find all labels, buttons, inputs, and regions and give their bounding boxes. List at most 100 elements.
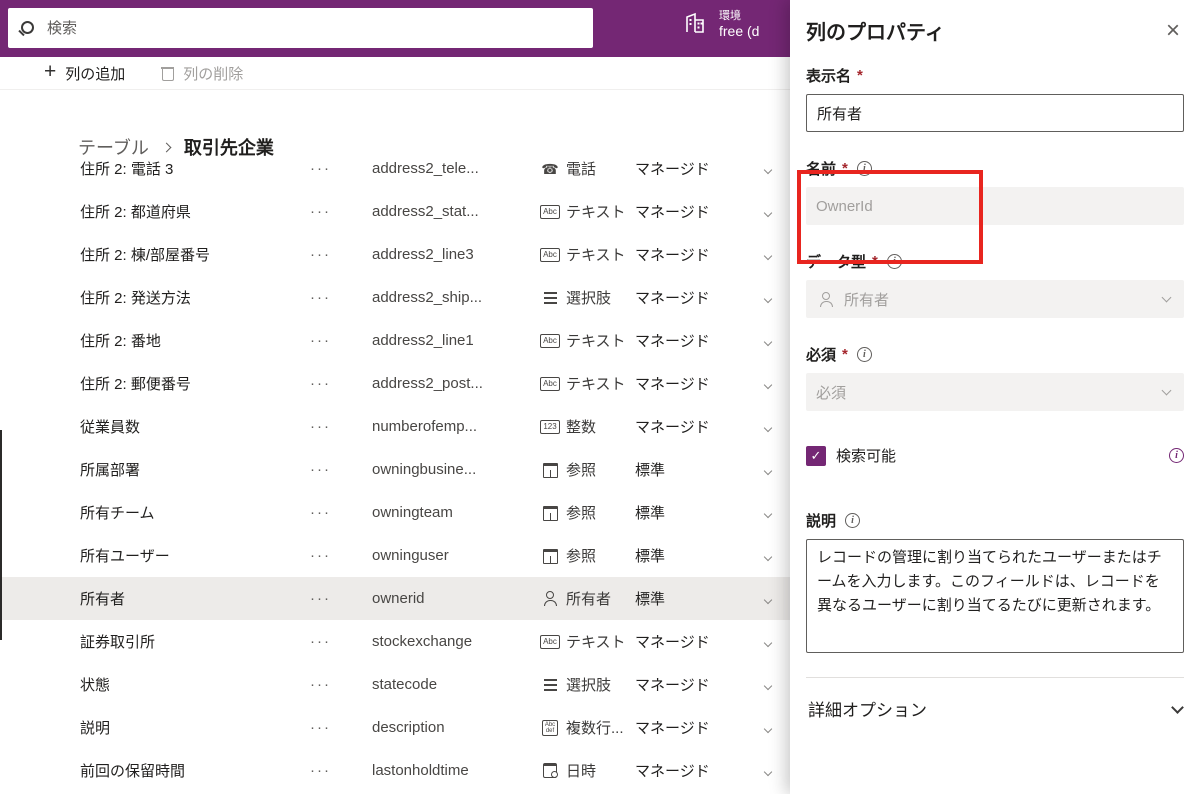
row-chevron-button[interactable] bbox=[765, 203, 790, 220]
close-button[interactable] bbox=[1162, 19, 1184, 43]
column-display-name: 証券取引所 bbox=[80, 631, 310, 652]
required-value: 必須 bbox=[816, 382, 846, 403]
table-row[interactable]: 住所 2: 郵便番号 address2_post... テキスト マネージド bbox=[0, 362, 790, 405]
data-type-label-row: データ型 * bbox=[806, 251, 1184, 272]
row-more-options-icon[interactable] bbox=[310, 762, 372, 779]
row-chevron-button[interactable] bbox=[765, 633, 790, 650]
chevron-down-icon bbox=[764, 295, 772, 303]
row-more-options-icon[interactable] bbox=[310, 332, 372, 349]
type-icon bbox=[540, 461, 560, 479]
row-more-options-icon[interactable] bbox=[310, 246, 372, 263]
searchable-row: 検索可能 bbox=[806, 445, 1184, 466]
row-chevron-button[interactable] bbox=[765, 461, 790, 478]
required-asterisk: * bbox=[842, 160, 848, 177]
add-column-button[interactable]: 列の追加 bbox=[44, 63, 125, 84]
row-more-options-icon[interactable] bbox=[310, 719, 372, 736]
row-more-options-icon[interactable] bbox=[310, 461, 372, 478]
row-more-options-icon[interactable] bbox=[310, 504, 372, 521]
row-chevron-button[interactable] bbox=[765, 289, 790, 306]
search-input[interactable] bbox=[47, 20, 583, 37]
managed-label: マネージド bbox=[635, 330, 765, 351]
type-icon bbox=[540, 676, 560, 694]
column-schema-name: numberofemp... bbox=[372, 418, 540, 435]
type-icon bbox=[540, 160, 560, 178]
info-icon[interactable] bbox=[857, 347, 872, 362]
type-label: テキスト bbox=[566, 244, 626, 265]
info-icon[interactable] bbox=[845, 513, 860, 528]
info-icon[interactable] bbox=[857, 161, 872, 176]
managed-label: マネージド bbox=[635, 373, 765, 394]
column-schema-name: address2_post... bbox=[372, 375, 540, 392]
table-row[interactable]: 従業員数 numberofemp... 整数 マネージド bbox=[0, 405, 790, 448]
environment-switcher[interactable]: 環境 free (d bbox=[683, 9, 759, 40]
info-icon[interactable] bbox=[1169, 448, 1184, 463]
advanced-options-toggle[interactable]: 詳細オプション bbox=[806, 678, 1184, 721]
type-icon bbox=[540, 332, 560, 350]
delete-column-button[interactable]: 列の削除 bbox=[161, 63, 243, 84]
table-row[interactable]: 所属部署 owningbusine... 参照 標準 bbox=[0, 448, 790, 491]
description-textarea[interactable]: レコードの管理に割り当てられたユーザーまたはチームを入力します。このフィールドは… bbox=[806, 539, 1184, 653]
table-row[interactable]: 住所 2: 棟/部屋番号 address2_line3 テキスト マネージド bbox=[0, 233, 790, 276]
breadcrumb-tables-link[interactable]: テーブル bbox=[78, 134, 149, 160]
display-name-input[interactable] bbox=[806, 94, 1184, 132]
row-chevron-button[interactable] bbox=[765, 332, 790, 349]
row-chevron-button[interactable] bbox=[765, 504, 790, 521]
table-row[interactable]: 所有者 ownerid 所有者 標準 bbox=[0, 577, 790, 620]
column-type-cell: 参照 bbox=[540, 545, 635, 566]
row-chevron-button[interactable] bbox=[765, 246, 790, 263]
row-more-options-icon[interactable] bbox=[310, 289, 372, 306]
row-more-options-icon[interactable] bbox=[310, 203, 372, 220]
column-type-cell: 複数行... bbox=[540, 717, 635, 738]
column-type-cell: テキスト bbox=[540, 373, 635, 394]
info-icon[interactable] bbox=[887, 254, 902, 269]
table-row[interactable]: 住所 2: 電話 3 address2_tele... 電話 マネージド bbox=[0, 160, 790, 190]
row-chevron-button[interactable] bbox=[765, 676, 790, 693]
row-more-options-icon[interactable] bbox=[310, 590, 372, 607]
required-asterisk: * bbox=[872, 253, 878, 270]
table-row[interactable]: 所有ユーザー owninguser 参照 標準 bbox=[0, 534, 790, 577]
table-row[interactable]: 住所 2: 都道府県 address2_stat... テキスト マネージド bbox=[0, 190, 790, 233]
table-row[interactable]: 所有チーム owningteam 参照 標準 bbox=[0, 491, 790, 534]
row-chevron-button[interactable] bbox=[765, 762, 790, 779]
row-chevron-button[interactable] bbox=[765, 719, 790, 736]
chevron-down-icon bbox=[764, 381, 772, 389]
table-row[interactable]: 住所 2: 発送方法 address2_ship... 選択肢 マネージド bbox=[0, 276, 790, 319]
column-type-cell: 所有者 bbox=[540, 588, 635, 609]
data-type-dropdown: 所有者 bbox=[806, 280, 1184, 318]
table-row[interactable]: 前回の保留時間 lastonholdtime 日時 マネージド bbox=[0, 749, 790, 792]
row-more-options-icon[interactable] bbox=[310, 676, 372, 693]
column-type-cell: 参照 bbox=[540, 459, 635, 480]
row-more-options-icon[interactable] bbox=[310, 375, 372, 392]
chevron-down-icon bbox=[764, 467, 772, 475]
row-more-options-icon[interactable] bbox=[310, 633, 372, 650]
row-more-options-icon[interactable] bbox=[310, 547, 372, 564]
searchable-checkbox[interactable] bbox=[806, 446, 826, 466]
column-type-cell: 選択肢 bbox=[540, 674, 635, 695]
search-box[interactable] bbox=[8, 8, 593, 48]
column-display-name: 所属部署 bbox=[80, 459, 310, 480]
chevron-down-icon bbox=[764, 639, 772, 647]
row-chevron-button[interactable] bbox=[765, 160, 790, 177]
left-edge-scrollbar[interactable] bbox=[0, 430, 2, 640]
type-label: 参照 bbox=[566, 545, 596, 566]
row-chevron-button[interactable] bbox=[765, 375, 790, 392]
column-display-name: 従業員数 bbox=[80, 416, 310, 437]
environment-label: 環境 bbox=[719, 9, 759, 23]
name-label: 名前 bbox=[806, 158, 836, 179]
row-chevron-button[interactable] bbox=[765, 547, 790, 564]
type-icon bbox=[540, 633, 560, 651]
type-icon bbox=[540, 418, 560, 436]
table-row[interactable]: 説明 description 複数行... マネージド bbox=[0, 706, 790, 749]
chevron-down-icon bbox=[1171, 701, 1184, 714]
trash-icon bbox=[161, 65, 174, 81]
row-more-options-icon[interactable] bbox=[310, 418, 372, 435]
chevron-down-icon bbox=[764, 252, 772, 260]
row-chevron-button[interactable] bbox=[765, 590, 790, 607]
table-row[interactable]: 住所 2: 番地 address2_line1 テキスト マネージド bbox=[0, 319, 790, 362]
column-type-cell: テキスト bbox=[540, 631, 635, 652]
table-row[interactable]: 状態 statecode 選択肢 マネージド bbox=[0, 663, 790, 706]
table-row[interactable]: 証券取引所 stockexchange テキスト マネージド bbox=[0, 620, 790, 663]
required-asterisk: * bbox=[857, 67, 863, 84]
row-more-options-icon[interactable] bbox=[310, 160, 372, 177]
row-chevron-button[interactable] bbox=[765, 418, 790, 435]
